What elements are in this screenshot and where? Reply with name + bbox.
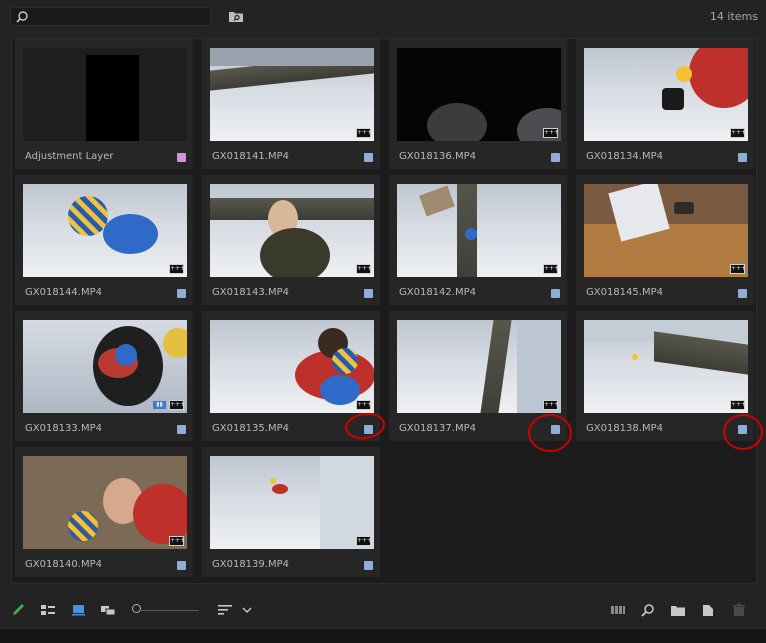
audio-badge-icon: +++ — [169, 400, 186, 410]
label-color-swatch[interactable] — [177, 153, 186, 162]
clip-name: GX018138.MP4 — [586, 423, 663, 434]
audio-badge-icon: +++ — [730, 400, 747, 410]
clip-name: GX018139.MP4 — [212, 559, 289, 570]
list-view-icon[interactable] — [40, 603, 56, 617]
zoom-slider[interactable] — [141, 610, 199, 611]
label-color-swatch[interactable] — [551, 289, 560, 298]
clip-thumbnail: +++ — [584, 320, 748, 413]
label-color-swatch[interactable] — [177, 561, 186, 570]
clip-thumbnail: +++ — [23, 184, 187, 277]
zoom-slider-handle[interactable] — [132, 604, 141, 613]
clip-thumbnail: +++ — [210, 184, 374, 277]
audio-badge-icon: +++ — [730, 128, 747, 138]
audio-badge-icon: +++ — [543, 264, 560, 274]
find-icon[interactable] — [640, 603, 656, 617]
panel-footer — [0, 628, 766, 643]
audio-badge-icon: +++ — [730, 264, 747, 274]
audio-badge-icon: +++ — [169, 536, 186, 546]
clip-name: Adjustment Layer — [25, 151, 114, 162]
label-color-swatch[interactable] — [364, 289, 373, 298]
clip-tile[interactable]: +++ GX018145.MP4 — [576, 175, 754, 305]
clip-name: GX018140.MP4 — [25, 559, 102, 570]
clip-tile[interactable]: +++ GX018142.MP4 — [389, 175, 567, 305]
item-count: 14 items — [709, 10, 758, 23]
clip-tile[interactable]: +++ GX018136.MP4 — [389, 39, 567, 169]
clip-thumbnail: +++ — [584, 184, 748, 277]
label-color-swatch[interactable] — [177, 289, 186, 298]
project-grid[interactable]: Adjustment Layer +++ GX018141.MP4 +++ GX… — [11, 38, 763, 584]
clip-thumbnail: +++ — [210, 48, 374, 141]
new-bin-icon[interactable] — [228, 9, 244, 23]
clip-thumbnail: +++ — [397, 320, 561, 413]
clip-name: GX018136.MP4 — [399, 151, 476, 162]
clip-thumbnail: +++ — [23, 456, 187, 549]
clip-name: GX018135.MP4 — [212, 423, 289, 434]
clip-tile[interactable]: ▮▮ +++ GX018133.MP4 — [15, 311, 193, 441]
audio-badge-icon: +++ — [356, 536, 373, 546]
sort-icon[interactable] — [217, 603, 233, 617]
clip-thumbnail: ▮▮ +++ — [23, 320, 187, 413]
clip-tile[interactable]: +++ GX018140.MP4 — [15, 447, 193, 577]
annotation-circle — [723, 414, 763, 450]
chevron-down-icon[interactable] — [241, 603, 253, 617]
audio-badge-icon: +++ — [169, 264, 186, 274]
new-item-icon[interactable] — [700, 603, 716, 617]
audio-badge-icon: +++ — [543, 400, 560, 410]
clip-name: GX018145.MP4 — [586, 287, 663, 298]
clip-thumbnail: +++ — [397, 48, 561, 141]
new-bin-folder-icon[interactable] — [670, 603, 686, 617]
clip-tile[interactable]: +++ GX018134.MP4 — [576, 39, 754, 169]
clip-thumbnail: +++ — [210, 320, 374, 413]
bottom-toolbar — [0, 597, 766, 623]
clip-name: GX018142.MP4 — [399, 287, 476, 298]
clip-name: GX018137.MP4 — [399, 423, 476, 434]
audio-badge-icon: +++ — [543, 128, 560, 138]
label-color-swatch[interactable] — [177, 425, 186, 434]
clip-tile[interactable]: +++ GX018143.MP4 — [202, 175, 380, 305]
audio-badge-icon: +++ — [356, 128, 373, 138]
trash-icon[interactable] — [731, 603, 747, 617]
clip-name: GX018144.MP4 — [25, 287, 102, 298]
pencil-icon[interactable] — [11, 603, 27, 617]
label-color-swatch[interactable] — [551, 153, 560, 162]
label-color-swatch[interactable] — [738, 289, 747, 298]
clip-thumbnail: +++ — [584, 48, 748, 141]
clip-tile[interactable]: Adjustment Layer — [15, 39, 193, 169]
clip-name: GX018143.MP4 — [212, 287, 289, 298]
clip-name: GX018134.MP4 — [586, 151, 663, 162]
clip-thumbnail: +++ — [210, 456, 374, 549]
clip-name: GX018141.MP4 — [212, 151, 289, 162]
audio-badge-icon: +++ — [356, 264, 373, 274]
video-badge-icon: ▮▮ — [152, 400, 167, 410]
label-color-swatch[interactable] — [364, 561, 373, 570]
label-color-swatch[interactable] — [364, 153, 373, 162]
label-color-swatch[interactable] — [738, 153, 747, 162]
clip-name: GX018133.MP4 — [25, 423, 102, 434]
clip-tile[interactable]: +++ GX018139.MP4 — [202, 447, 380, 577]
project-toolbar: 14 items — [0, 0, 766, 34]
audio-badge-icon: +++ — [356, 400, 373, 410]
annotation-circle — [528, 414, 572, 452]
search-icon — [16, 11, 28, 23]
clip-tile[interactable]: +++ GX018141.MP4 — [202, 39, 380, 169]
search-input[interactable] — [10, 7, 211, 26]
clip-tile[interactable]: +++ GX018144.MP4 — [15, 175, 193, 305]
freeform-view-icon[interactable] — [100, 603, 116, 617]
clip-thumbnail — [23, 48, 187, 141]
icon-view-icon[interactable] — [71, 603, 87, 617]
automate-to-sequence-icon[interactable] — [610, 603, 626, 617]
clip-thumbnail: +++ — [397, 184, 561, 277]
